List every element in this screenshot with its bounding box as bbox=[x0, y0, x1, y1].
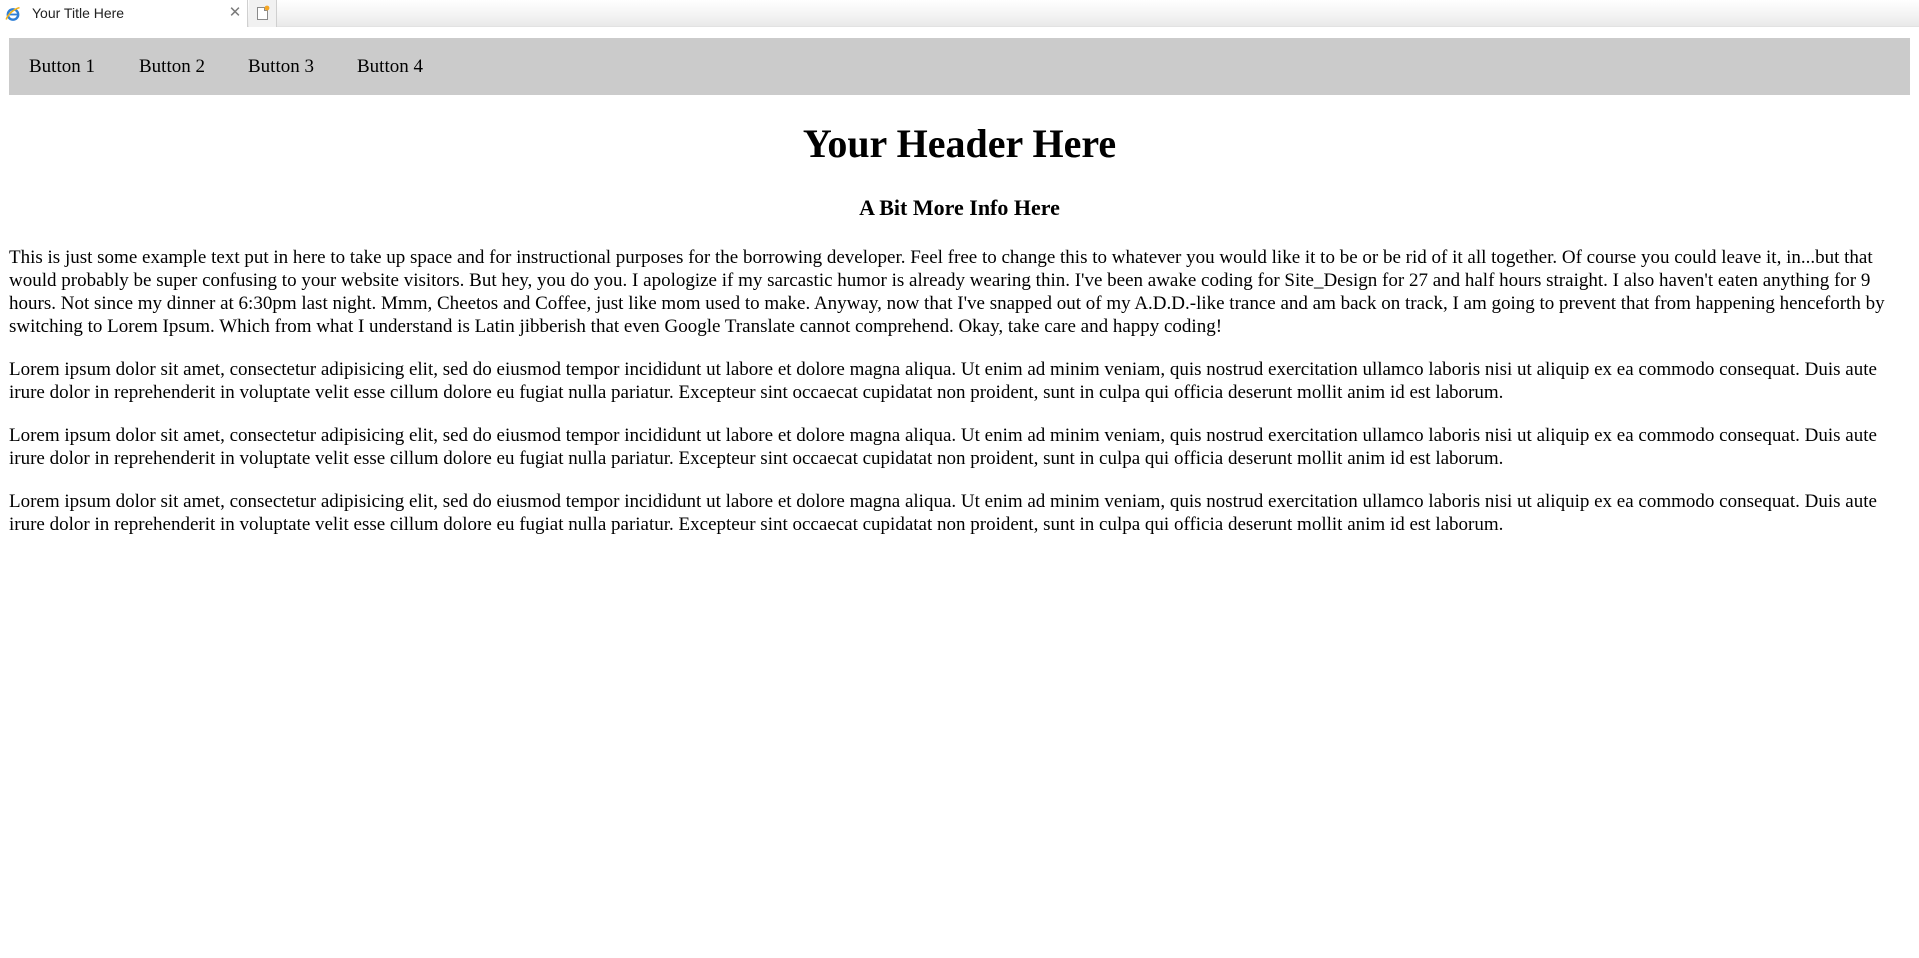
lorem-paragraph: Lorem ipsum dolor sit amet, consectetur … bbox=[9, 491, 1877, 535]
lorem-paragraph: Lorem ipsum dolor sit amet, consectetur … bbox=[9, 425, 1877, 469]
page-header: Your Header Here bbox=[802, 121, 1117, 166]
page-subheader: A Bit More Info Here bbox=[859, 195, 1060, 220]
nav-button-2[interactable]: Button 2 bbox=[139, 38, 205, 95]
nav-button-3[interactable]: Button 3 bbox=[248, 38, 314, 95]
browser-tab-strip: Your Title Here ✕ bbox=[0, 0, 1919, 27]
intro-paragraph: This is just some example text put in he… bbox=[9, 247, 1885, 337]
nav-button-4[interactable]: Button 4 bbox=[357, 38, 423, 95]
browser-tab[interactable]: Your Title Here ✕ bbox=[0, 0, 248, 27]
lorem-paragraph: Lorem ipsum dolor sit amet, consectetur … bbox=[9, 359, 1877, 403]
nav-button-1[interactable]: Button 1 bbox=[29, 38, 95, 95]
ie-logo-icon bbox=[5, 6, 21, 22]
close-icon[interactable]: ✕ bbox=[228, 4, 242, 20]
tab-title: Your Title Here bbox=[32, 5, 125, 21]
new-tab-button[interactable] bbox=[249, 0, 277, 27]
new-tab-icon bbox=[257, 5, 270, 20]
content-area: This is just some example text put in he… bbox=[9, 246, 1910, 556]
nav-bar: Button 1 Button 2 Button 3 Button 4 bbox=[9, 38, 1910, 95]
